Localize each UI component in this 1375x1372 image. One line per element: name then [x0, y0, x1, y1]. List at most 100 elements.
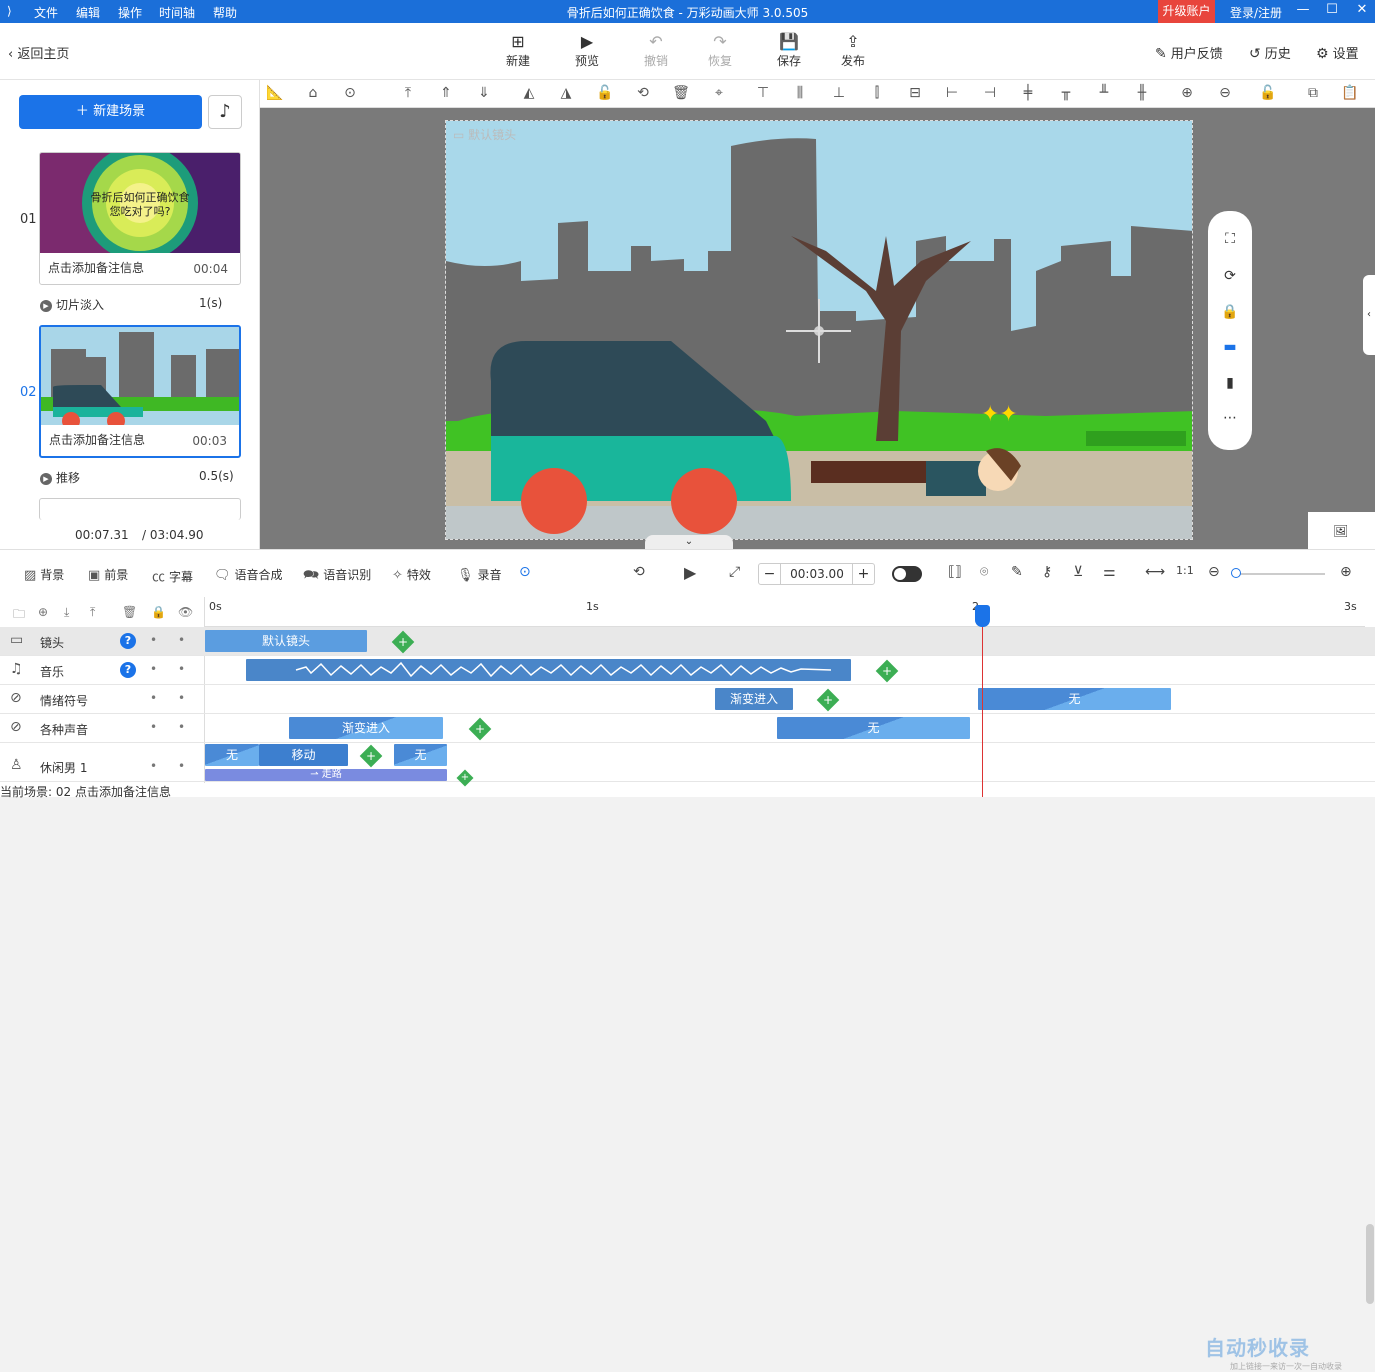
subtitle-button[interactable]: ㏄字幕: [152, 566, 193, 585]
add-animation-button[interactable]: +: [391, 630, 415, 654]
walk-clip[interactable]: ⇀ 走路: [205, 769, 447, 781]
dot-icon[interactable]: •: [178, 759, 185, 773]
expand-down-button[interactable]: ⌄: [645, 535, 733, 549]
back-home-button[interactable]: ‹ 返回主页: [8, 43, 69, 62]
asr-button[interactable]: 🗪 语音识别: [303, 566, 371, 588]
tts-button[interactable]: 🗨 语音合成: [214, 566, 283, 583]
menu-operate[interactable]: 操作: [118, 4, 142, 21]
focus-icon[interactable]: ⌖: [709, 85, 729, 101]
scene-card-2[interactable]: 点击添加备注信息 00:03: [39, 325, 241, 458]
help-icon[interactable]: ?: [120, 633, 136, 649]
timeline-clip[interactable]: 无: [205, 744, 259, 766]
move-down-icon[interactable]: ⤓: [64, 605, 69, 620]
one-to-one-icon[interactable]: 1:1: [1176, 564, 1194, 577]
timeline-clip[interactable]: 渐变进入: [289, 717, 443, 739]
align-bottom-icon[interactable]: ⊥: [829, 85, 849, 101]
login-link[interactable]: 登录/注册: [1230, 4, 1282, 21]
fullscreen-icon[interactable]: ⤢: [729, 564, 740, 580]
rotate-screen-icon[interactable]: ⟳: [1208, 268, 1252, 284]
time-value[interactable]: 00:03.00: [781, 564, 853, 584]
align-left-icon[interactable]: ⊢: [942, 85, 962, 101]
key-icon[interactable]: ⚷: [1042, 564, 1052, 580]
move-up-icon[interactable]: ⤒: [90, 605, 95, 620]
playhead-handle[interactable]: [975, 605, 990, 627]
history-button[interactable]: ↺ 历史: [1249, 43, 1291, 62]
dot-icon[interactable]: •: [150, 662, 157, 676]
collapse-panel-button[interactable]: ‹: [1363, 275, 1375, 355]
more-options-icon[interactable]: ⊙: [519, 564, 531, 580]
preview-button[interactable]: ▶ 预览: [562, 32, 612, 69]
track-row-music[interactable]: ♫ 音乐 ? • • +: [0, 656, 1375, 685]
filter-icon[interactable]: ⊻: [1073, 564, 1083, 580]
align-right-icon[interactable]: ⊣: [980, 85, 1000, 101]
ruler-icon[interactable]: 📐: [265, 85, 285, 101]
new-scene-button[interactable]: ＋ 新建场景: [19, 95, 202, 129]
add-animation-button[interactable]: +: [359, 744, 383, 768]
home-icon[interactable]: ⌂: [303, 85, 323, 101]
add-animation-button[interactable]: +: [875, 659, 899, 683]
scene-transition-2[interactable]: ▶ 推移 0.5(s): [40, 469, 234, 486]
snap-toggle[interactable]: [892, 566, 922, 582]
foreground-button[interactable]: ▣ 前景: [88, 566, 128, 583]
timeline-clip[interactable]: 默认镜头: [205, 630, 367, 652]
scene-card-1[interactable]: 骨折后如何正确饮食 您吃对了吗? 点击添加备注信息 00:04: [39, 152, 241, 285]
play-icon[interactable]: ▶: [684, 563, 696, 582]
minimize-icon[interactable]: —: [1293, 2, 1313, 17]
publish-button[interactable]: ⇪ 发布: [828, 32, 878, 69]
menu-help[interactable]: 帮助: [213, 4, 237, 21]
dot-icon[interactable]: •: [178, 720, 185, 734]
new-button[interactable]: ⊞ 新建: [493, 32, 543, 69]
timeline-clip[interactable]: 渐变进入: [715, 688, 793, 710]
timeline-ruler[interactable]: 0s 1s 2 3s: [205, 597, 1365, 627]
dot-icon[interactable]: •: [150, 633, 157, 647]
copy-icon[interactable]: ⧉: [1303, 85, 1323, 101]
save-button[interactable]: 💾 保存: [764, 32, 814, 69]
unlock-icon[interactable]: 🔓: [1258, 85, 1278, 101]
track-row-emotion[interactable]: ⊘ 情绪符号 • • 渐变进入 + 无: [0, 685, 1375, 714]
lock-icon[interactable]: 🔓: [595, 85, 615, 101]
zoom-in-icon[interactable]: ⊕: [1177, 85, 1197, 101]
zoom-out-icon[interactable]: ⊖: [1208, 564, 1220, 580]
time-increase-button[interactable]: +: [852, 564, 874, 584]
time-stepper[interactable]: − 00:03.00 +: [758, 563, 875, 585]
timeline-clip[interactable]: 无: [978, 688, 1171, 710]
menu-file[interactable]: 文件: [34, 4, 58, 21]
stage-canvas[interactable]: ✦✦ ▭ 默认镜头: [445, 120, 1193, 540]
align-vcenter-icon[interactable]: ╫: [1132, 85, 1152, 101]
dot-icon[interactable]: •: [150, 759, 157, 773]
lock-icon[interactable]: 🔒: [151, 605, 166, 619]
zoom-out-icon[interactable]: ⊖: [1215, 85, 1235, 101]
lock-icon[interactable]: 🔒: [1208, 304, 1252, 320]
sliders-icon[interactable]: ⚌: [1103, 564, 1116, 580]
bring-top-icon[interactable]: ⤒: [398, 85, 418, 101]
add-animation-button[interactable]: +: [468, 717, 492, 741]
replay-icon[interactable]: ⟲: [633, 564, 645, 580]
scene-card-3[interactable]: [39, 498, 241, 520]
undo-button[interactable]: ↶ 撤销: [631, 32, 681, 69]
dot-icon[interactable]: •: [178, 633, 185, 647]
portrait-icon[interactable]: ▮: [1208, 375, 1252, 391]
track-row-sounds[interactable]: ⊘ 各种声音 • • 渐变进入 + 无: [0, 714, 1375, 743]
landscape-icon[interactable]: ▬: [1208, 339, 1252, 355]
send-down-icon[interactable]: ⇓: [474, 85, 494, 101]
trash-icon[interactable]: 🗑: [122, 605, 137, 619]
align-bottom2-icon[interactable]: ╨: [1094, 85, 1114, 101]
scene-note[interactable]: 点击添加备注信息: [48, 259, 144, 276]
close-icon[interactable]: ✕: [1352, 2, 1372, 17]
bring-up-icon[interactable]: ⇑: [436, 85, 456, 101]
zoom-slider-handle[interactable]: [1231, 568, 1241, 578]
more-icon[interactable]: ⋯: [1208, 410, 1252, 426]
add-animation-button[interactable]: +: [456, 769, 474, 787]
distribute-h-icon[interactable]: ⫿: [867, 85, 887, 101]
align-middle-icon[interactable]: ⫼: [790, 85, 810, 101]
track-row-camera[interactable]: ▭ 镜头 ? • • 默认镜头 +: [0, 627, 1375, 656]
redo-button[interactable]: ↷ 恢复: [695, 32, 745, 69]
audio-waveform-clip[interactable]: [246, 659, 851, 681]
menu-edit[interactable]: 编辑: [76, 4, 100, 21]
music-button[interactable]: ♪: [208, 95, 242, 129]
settings-button[interactable]: ⚙ 设置: [1316, 43, 1359, 62]
zoom-slider-track[interactable]: [1233, 573, 1325, 575]
record-button[interactable]: 🎙 录音: [457, 566, 502, 583]
feedback-button[interactable]: ✎ 用户反馈: [1155, 43, 1223, 62]
add-animation-button[interactable]: +: [816, 688, 840, 712]
